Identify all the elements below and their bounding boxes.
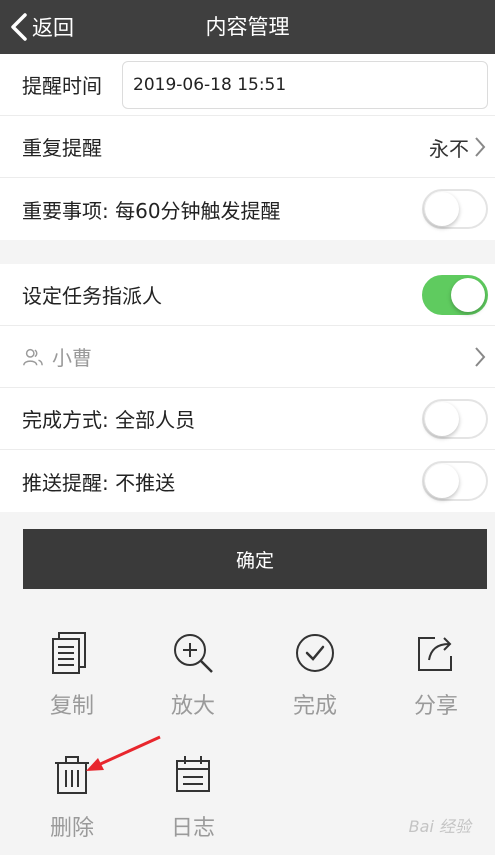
watermark: Bai 经验 (408, 817, 471, 836)
important-item-label: 重要事项: 每60分钟触发提醒 (22, 198, 281, 223)
assignee-name: 小曹 (52, 346, 92, 370)
delete-label: 删除 (49, 816, 94, 841)
set-assignee-toggle[interactable] (422, 275, 488, 315)
completion-mode-label: 完成方式: 全部人员 (22, 408, 196, 432)
log-label: 日志 (170, 816, 215, 841)
complete-button[interactable]: 完成 (265, 630, 365, 720)
assignee-picker-row[interactable]: 小曹 (0, 326, 495, 388)
reminder-time-input[interactable] (122, 61, 488, 109)
push-reminder-toggle[interactable] (422, 461, 488, 501)
back-button[interactable]: 返回 (8, 9, 74, 45)
completion-mode-toggle[interactable] (422, 399, 488, 439)
completion-mode-row: 完成方式: 全部人员 (0, 388, 495, 450)
repeat-value-text: 永不 (429, 136, 469, 161)
copy-label: 复制 (49, 694, 94, 719)
share-label: 分享 (413, 694, 458, 719)
push-reminder-label: 推送提醒: 不推送 (22, 470, 176, 495)
check-circle-icon (296, 634, 334, 672)
zoom-button[interactable]: 放大 (143, 630, 243, 720)
reminder-time-row: 提醒时间 (0, 54, 495, 116)
copy-icon (52, 632, 86, 674)
zoom-label: 放大 (170, 694, 215, 719)
page-title: 内容管理 (205, 15, 290, 39)
reminder-section: 提醒时间 重复提醒 永不 重要事项: 每60分钟触发提醒 (0, 54, 495, 240)
assignment-section: 设定任务指派人 小曹 完成方式: 全部人员 推送提醒: 不推送 (0, 264, 495, 512)
complete-label: 完成 (292, 694, 337, 719)
reminder-time-label: 提醒时间 (22, 74, 102, 98)
calendar-icon (176, 756, 210, 792)
share-icon (418, 637, 452, 671)
important-item-toggle[interactable] (422, 189, 488, 229)
people-icon (23, 348, 43, 365)
assignee-chevron (473, 326, 487, 388)
repeat-reminder-row[interactable]: 重复提醒 永不 (0, 116, 495, 178)
toggle-knob (425, 464, 459, 498)
annotation-arrow-icon (86, 735, 161, 771)
toggle-knob (425, 402, 459, 436)
back-label: 返回 (32, 16, 74, 40)
copy-button[interactable]: 复制 (22, 630, 122, 720)
share-button[interactable]: 分享 (386, 630, 486, 720)
zoom-in-icon (174, 634, 213, 673)
confirm-button[interactable]: 确定 (23, 529, 487, 589)
chevron-right-icon (475, 137, 486, 157)
nav-bar: 返回 内容管理 (0, 0, 495, 54)
repeat-reminder-value[interactable]: 永不 (429, 116, 487, 178)
push-reminder-row: 推送提醒: 不推送 (0, 450, 495, 512)
toggle-knob (425, 192, 459, 226)
toggle-knob (451, 278, 485, 312)
chevron-right-icon (475, 347, 486, 367)
chevron-left-icon (11, 13, 27, 41)
important-item-row: 重要事项: 每60分钟触发提醒 (0, 178, 495, 240)
set-assignee-label: 设定任务指派人 (22, 284, 162, 308)
set-assignee-row: 设定任务指派人 (0, 264, 495, 326)
repeat-reminder-label: 重复提醒 (22, 136, 102, 160)
